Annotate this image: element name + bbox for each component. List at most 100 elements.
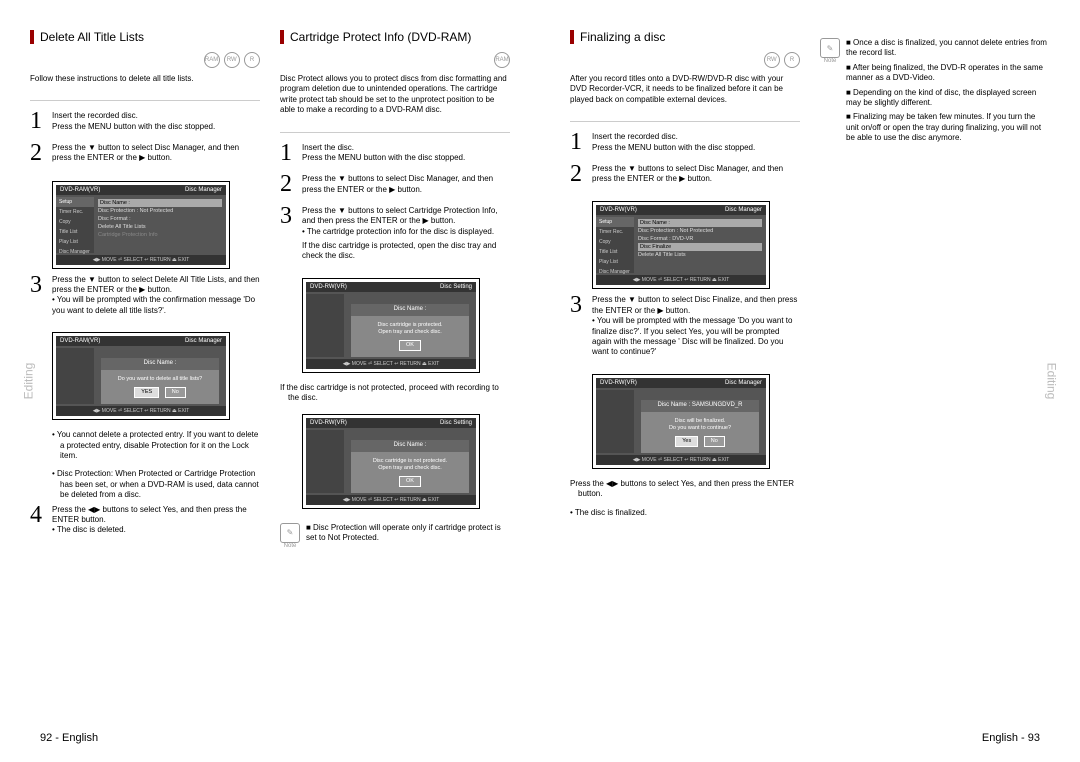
disc-icon: RW	[764, 52, 780, 68]
step-text: Press the ▼ buttons to select Disc Manag…	[302, 174, 510, 196]
step-number: 2	[570, 164, 592, 186]
osd-dlg-line: Do you want to continue?	[645, 425, 755, 432]
note-item: ■ Finalizing may be taken few minutes. I…	[846, 112, 1050, 143]
disc-icon: R	[784, 52, 800, 68]
step-text: If the disc cartridge is not protected, …	[280, 383, 510, 404]
step-2: 2 Press the ▼ buttons to select Disc Man…	[570, 164, 800, 186]
disc-icons-b: RAM	[280, 52, 510, 68]
step-number: 2	[280, 174, 302, 196]
note-item: ■ Once a disc is finalized, you cannot d…	[846, 38, 1050, 59]
osd-screenshot: DVD-RW(VR) Disc Setting Disc Name : Disc…	[302, 414, 480, 509]
osd-dlg-title: Disc Name :	[351, 440, 469, 452]
osd-row: Disc Protection : Not Protected	[638, 227, 762, 235]
osd-no-button: No	[165, 387, 186, 398]
osd-dlg-line: Disc cartridge is protected.	[355, 322, 465, 329]
osd-row: Delete All Title Lists	[638, 251, 762, 259]
step-2: 2 Press the ▼ buttons to select Disc Man…	[280, 174, 510, 196]
osd-footer: ◀▶ MOVE ⏎ SELECT ↩ RETURN ⏏ EXIT	[56, 406, 226, 416]
divider	[30, 100, 260, 101]
step-3: 3 Press the ▼ buttons to select Cartridg…	[280, 206, 510, 262]
red-bar-icon	[30, 30, 34, 44]
heading-delete: Delete All Title Lists	[30, 30, 260, 44]
osd-side-item: Copy	[56, 217, 94, 227]
heading-finalize-text: Finalizing a disc	[580, 30, 665, 44]
page-footer-left: 92 - English	[40, 732, 98, 744]
heading-finalize: Finalizing a disc	[570, 30, 800, 44]
side-label-left: Editing	[21, 363, 35, 400]
page-spread: Editing Delete All Title Lists RAM RW R …	[0, 0, 1080, 762]
osd-screenshot: DVD-RW(VR) Disc Setting Disc Name : Disc…	[302, 278, 480, 373]
osd-ok-button: OK	[399, 340, 421, 351]
divider	[570, 121, 800, 122]
osd-title-right: Disc Manager	[185, 187, 222, 193]
osd-screenshot: DVD-RAM(VR) Disc Manager Setup Timer Rec…	[52, 181, 230, 269]
step-text: Press the ◀▶ buttons to select Yes, and …	[52, 505, 260, 526]
note-text: ■ Disc Protection will operate only if c…	[306, 523, 510, 544]
step-text: Press the MENU button with the disc stop…	[592, 143, 800, 153]
step-3: 3 Press the ▼ button to select Delete Al…	[30, 275, 260, 317]
bullet-text: • The disc is finalized.	[570, 508, 800, 518]
step-number: 1	[570, 132, 592, 154]
step-text: Press the ▼ buttons to select Disc Manag…	[592, 164, 800, 186]
step-4: 4 Press the ◀▶ buttons to select Yes, an…	[30, 505, 260, 536]
step-text: Press the MENU button with the disc stop…	[52, 122, 260, 132]
section-delete-all: Delete All Title Lists RAM RW R Follow t…	[30, 30, 260, 710]
osd-no-button: No	[704, 436, 725, 447]
red-bar-icon	[570, 30, 574, 44]
disc-icon: RAM	[204, 52, 220, 68]
step-number: 2	[30, 143, 52, 165]
pencil-icon: ✎	[280, 523, 300, 543]
note-label: Note	[280, 543, 300, 549]
osd-side-item: Title List	[56, 227, 94, 237]
osd-title-right: Disc Manager	[185, 338, 222, 344]
section-cartridge: Cartridge Protect Info (DVD-RAM) RAM Dis…	[280, 30, 510, 710]
osd-row: Disc Format : DVD-VR	[638, 235, 762, 243]
step-text: Press the ▼ button to select Disc Finali…	[592, 295, 800, 316]
osd-side-item: Title List	[596, 247, 634, 257]
disc-icon: RAM	[494, 52, 510, 68]
step-text: Press the ▼ button to select Delete All …	[52, 275, 260, 296]
osd-dlg-line: Open tray and check disc.	[355, 329, 465, 336]
osd-side-item: Timer Rec.	[56, 207, 94, 217]
osd-dlg-line: Open tray and check disc.	[355, 465, 465, 472]
heading-cartridge: Cartridge Protect Info (DVD-RAM)	[280, 30, 510, 44]
step-text: • The disc is deleted.	[52, 525, 260, 535]
intro-c: After you record titles onto a DVD-RW/DV…	[570, 74, 800, 105]
osd-side-item: Play List	[596, 257, 634, 267]
step-number: 3	[30, 275, 52, 317]
osd-yes-button: Yes	[675, 436, 698, 447]
osd-side-item: Copy	[596, 237, 634, 247]
heading-cartridge-text: Cartridge Protect Info (DVD-RAM)	[290, 30, 471, 44]
disc-icons-a: RAM RW R	[30, 52, 260, 68]
osd-row: Disc Name :	[638, 219, 762, 227]
note-item: ■ Depending on the kind of disc, the dis…	[846, 88, 1050, 109]
osd-dlg-title: Disc Name : SAMSUNGDVD_R	[641, 400, 759, 412]
step-text: Insert the recorded disc.	[592, 132, 800, 142]
step-text: Insert the recorded disc.	[52, 111, 260, 121]
osd-ok-button: OK	[399, 476, 421, 487]
step-number: 1	[280, 143, 302, 165]
osd-dlg-msg: Do you want to delete all title lists?	[105, 376, 215, 383]
osd-footer: ◀▶ MOVE ⏎ SELECT ↩ RETURN ⏏ EXIT	[596, 275, 766, 285]
osd-dlg-line: Disc cartridge is not protected.	[355, 458, 465, 465]
osd-row: Disc Protection : Not Protected	[98, 207, 222, 215]
osd-title-left: DVD-RW(VR)	[310, 420, 347, 426]
osd-title-left: DVD-RW(VR)	[600, 207, 637, 213]
page-footer-right: English - 93	[982, 732, 1040, 744]
step-number: 3	[280, 206, 302, 262]
step-1: 1 Insert the recorded disc. Press the ME…	[30, 111, 260, 133]
step-text: Press the ▼ button to select Disc Manage…	[52, 143, 260, 165]
osd-footer: ◀▶ MOVE ⏎ SELECT ↩ RETURN ⏏ EXIT	[596, 455, 766, 465]
step-2: 2 Press the ▼ button to select Disc Mana…	[30, 143, 260, 165]
osd-dlg-line: Disc will be finalized.	[645, 418, 755, 425]
step-number: 4	[30, 505, 52, 536]
step-1: 1 Insert the recorded disc. Press the ME…	[570, 132, 800, 154]
pencil-icon: ✎	[820, 38, 840, 58]
step-number: 3	[570, 295, 592, 357]
step-1: 1 Insert the disc. Press the MENU button…	[280, 143, 510, 165]
osd-row: Disc Name :	[98, 199, 222, 207]
step-text: Insert the disc.	[302, 143, 510, 153]
osd-side-item: Setup	[56, 197, 94, 207]
heading-delete-text: Delete All Title Lists	[40, 30, 144, 44]
note-block: ✎ Note ■ Disc Protection will operate on…	[280, 523, 510, 549]
